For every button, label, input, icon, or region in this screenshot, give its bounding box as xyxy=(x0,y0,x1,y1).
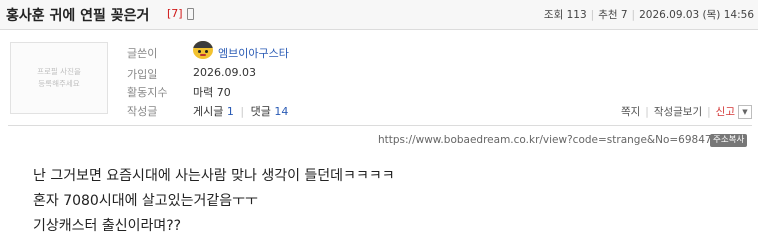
recommend-label: 추천 xyxy=(598,9,618,21)
post-title: 홍사훈 귀에 연필 꽂은거 xyxy=(6,8,150,24)
comments-label[interactable]: 댓글 xyxy=(251,105,271,118)
written-label: 작성글 xyxy=(127,105,158,118)
recommend-count: 7 xyxy=(620,9,628,21)
post-header: 홍사훈 귀에 연필 꽂은거 [7] 조회 113 | 추천 7 | 2026.09.03… xyxy=(0,0,758,30)
divider xyxy=(8,125,752,126)
mobile-icon xyxy=(187,8,194,20)
chevron-down-icon[interactable]: ▼ xyxy=(738,104,752,119)
writer-label: 글쓴이 xyxy=(127,47,158,60)
content-line: 혼자 7080시대에 살고있는거같음ㅜㅜ xyxy=(33,193,258,209)
posts-count[interactable]: 1 xyxy=(227,105,234,118)
content-line: 난 그거보면 요즘시대에 사는사람 맞나 생각이 들던데ㅋㅋㅋㅋ xyxy=(33,168,395,184)
views-label: 조회 xyxy=(543,9,564,21)
post-url[interactable]: https://www.bobaedream.co.kr/view?code=s… xyxy=(378,134,725,146)
views-count: 113 xyxy=(566,9,587,21)
report-button[interactable]: 신고 xyxy=(716,104,735,119)
post-content: 난 그거보면 요즘시대에 사는사람 맞나 생각이 들던데ㅋㅋㅋㅋ 혼자 7080… xyxy=(33,164,395,239)
copy-url-button[interactable]: 주소복사 xyxy=(710,134,748,147)
activity-label: 활동지수 xyxy=(127,86,168,99)
view-posts-button[interactable]: 작성글보기 xyxy=(654,104,702,119)
activity-value: 마력 70 xyxy=(193,86,231,99)
joined-label: 가입일 xyxy=(127,68,158,81)
post-meta: 조회 113 | 추천 7 | 2026.09.03 (목) 14:56 xyxy=(543,9,754,21)
profile-photo-text: 프로필 사진을 등록해주세요 xyxy=(37,67,81,88)
content-line: 기상캐스터 출신이라며?? xyxy=(33,218,182,234)
avatar xyxy=(193,41,213,59)
profile-photo-placeholder: 프로필 사진을 등록해주세요 xyxy=(10,42,108,114)
author-nickname[interactable]: 엠브이아구스타 xyxy=(218,45,289,61)
comment-count[interactable]: [7] xyxy=(167,7,183,20)
joined-date: 2026.09.03 xyxy=(193,66,256,79)
post-actions: 쪽지 | 작성글보기 | 신고 ▼ xyxy=(621,104,752,119)
post-datetime: 2026.09.03 (목) 14:56 xyxy=(639,9,754,21)
posts-label[interactable]: 게시글 xyxy=(193,105,223,118)
message-button[interactable]: 쪽지 xyxy=(621,104,640,119)
comments-count[interactable]: 14 xyxy=(274,105,288,118)
written-stats: 게시글 1 | 댓글 14 xyxy=(193,105,289,118)
